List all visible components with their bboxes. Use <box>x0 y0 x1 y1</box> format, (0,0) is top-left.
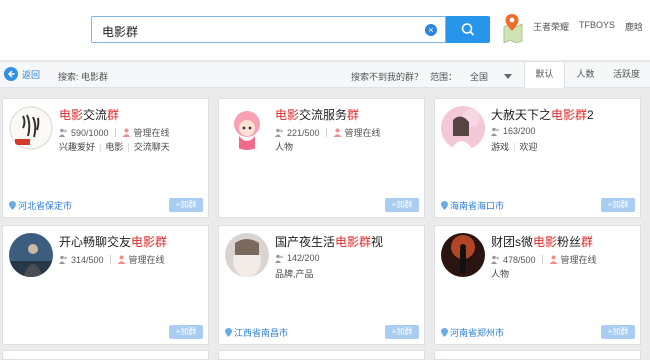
card-footer: 河南省郑州市 +加群 <box>435 322 640 344</box>
members-icon <box>275 254 284 263</box>
group-card-partial <box>218 350 425 360</box>
group-tags: 游戏欢迎 <box>491 140 537 153</box>
chevron-down-icon[interactable] <box>504 74 512 79</box>
join-group-button[interactable]: +加群 <box>169 325 203 339</box>
group-title[interactable]: 大赦天下之电影群2 <box>491 106 594 123</box>
join-group-button[interactable]: +加群 <box>385 325 419 339</box>
range-select[interactable]: 全国 <box>470 70 488 83</box>
join-group-button[interactable]: +加群 <box>601 325 635 339</box>
member-count: 478/500 <box>503 254 536 265</box>
group-card-partial <box>434 350 641 360</box>
group-tags: 兴趣爱好电影交流聊天 <box>59 140 170 153</box>
quick-link[interactable]: 鹿晗 <box>625 20 643 33</box>
quick-link[interactable]: TFBOYS <box>579 20 615 33</box>
group-title[interactable]: 财团s微电影粉丝群 <box>491 233 593 250</box>
admin-status: 管理在线 <box>560 255 597 265</box>
group-avatar <box>225 233 269 277</box>
card-footer: 江西省南昌市 +加群 <box>219 322 424 344</box>
group-avatar <box>9 233 53 277</box>
clear-icon[interactable]: × <box>425 24 437 36</box>
card-footer: 海南省海口市 +加群 <box>435 195 640 217</box>
member-count: 314/500 <box>71 254 104 265</box>
group-location: 海南省海口市 <box>441 199 504 212</box>
admin-status: 管理在线 <box>133 128 170 138</box>
admin-status: 管理在线 <box>128 255 165 265</box>
quick-link[interactable]: 王者荣耀 <box>533 20 569 33</box>
not-found-link[interactable]: 搜索不到我的群？ <box>351 70 423 83</box>
range-label: 范围： <box>430 72 458 82</box>
group-stats: 163/200 <box>491 126 536 136</box>
location-pin-icon <box>225 328 232 337</box>
group-card[interactable]: 电影交流群 590/1000 管理在线 兴趣爱好电影交流聊天 河北省保定市 +加… <box>2 98 209 218</box>
group-avatar <box>441 106 485 150</box>
group-card[interactable]: 电影交流服务群 221/500 管理在线 人物 +加群 <box>218 98 425 218</box>
group-stats: 478/500 管理在线 <box>491 253 597 266</box>
group-title[interactable]: 开心畅聊交友电影群 <box>59 233 167 250</box>
group-tags: 人物 <box>275 142 294 152</box>
filter-bar: 返回 搜索: 电影群 搜索不到我的群？ 范围： 全国 默认 人数 活跃度 <box>0 61 650 88</box>
map-location-icon[interactable] <box>502 13 524 43</box>
card-footer: 河北省保定市 +加群 <box>3 195 208 217</box>
join-group-button[interactable]: +加群 <box>385 198 419 212</box>
group-stats: 221/500 管理在线 <box>275 126 381 139</box>
group-stats: 314/500 管理在线 <box>59 253 165 266</box>
search-input[interactable]: 电影群 × <box>91 16 446 43</box>
group-title[interactable]: 国产夜生活电影群视 <box>275 233 383 250</box>
card-footer: +加群 <box>219 195 424 217</box>
location-pin-icon <box>441 201 448 210</box>
search-summary: 搜索: 电影群 <box>58 72 109 82</box>
member-count: 221/500 <box>287 127 320 138</box>
group-location: 河南省郑州市 <box>441 326 504 339</box>
group-tags: 人物 <box>491 269 510 279</box>
group-location: 江西省南昌市 <box>225 326 288 339</box>
group-location: 河北省保定市 <box>9 199 72 212</box>
members-icon <box>491 127 500 136</box>
group-card[interactable]: 大赦天下之电影群2 163/200 游戏欢迎 海南省海口市 +加群 <box>434 98 641 218</box>
members-icon <box>275 128 284 137</box>
group-title[interactable]: 电影交流服务群 <box>275 106 359 123</box>
members-icon <box>59 128 68 137</box>
group-card[interactable]: 开心畅聊交友电影群 314/500 管理在线 +加群 <box>2 225 209 345</box>
sort-tab-default[interactable]: 默认 <box>524 62 565 88</box>
card-footer: +加群 <box>3 322 208 344</box>
group-avatar <box>441 233 485 277</box>
group-title[interactable]: 电影交流群 <box>59 106 119 123</box>
join-group-button[interactable]: +加群 <box>601 198 635 212</box>
join-group-button[interactable]: +加群 <box>169 198 203 212</box>
location-pin-icon <box>441 328 448 337</box>
sort-tab-members[interactable]: 人数 <box>565 62 606 87</box>
group-card-partial <box>2 350 209 360</box>
sort-tab-activity[interactable]: 活跃度 <box>606 62 647 87</box>
member-count: 163/200 <box>503 126 536 136</box>
group-avatar <box>225 106 269 150</box>
back-arrow-icon <box>4 67 18 81</box>
search-icon <box>461 23 474 36</box>
search-value: 电影群 <box>102 25 139 39</box>
admin-status: 管理在线 <box>344 128 381 138</box>
admin-icon <box>333 128 342 137</box>
location-pin-icon <box>9 201 16 210</box>
top-bar: 电影群 × 王者荣耀 TFBOYS 鹿晗 <box>0 0 650 60</box>
group-stats: 142/200 <box>275 253 320 263</box>
group-avatar <box>9 106 53 150</box>
admin-icon <box>549 255 558 264</box>
quick-links: 王者荣耀 TFBOYS 鹿晗 <box>533 20 643 33</box>
admin-icon <box>117 255 126 264</box>
members-icon <box>491 255 500 264</box>
group-card[interactable]: 财团s微电影粉丝群 478/500 管理在线 人物 河南省郑州市 +加群 <box>434 225 641 345</box>
group-tags: 品牌,产品 <box>275 269 314 279</box>
member-count: 590/1000 <box>71 127 109 138</box>
back-button[interactable]: 返回 <box>4 67 40 81</box>
member-count: 142/200 <box>287 253 320 263</box>
search-button[interactable] <box>446 16 490 43</box>
group-stats: 590/1000 管理在线 <box>59 126 170 139</box>
members-icon <box>59 255 68 264</box>
back-label: 返回 <box>22 69 41 80</box>
sort-tabs: 默认 人数 活跃度 <box>524 62 647 89</box>
admin-icon <box>122 128 131 137</box>
group-card[interactable]: 国产夜生活电影群视 142/200 品牌,产品 江西省南昌市 +加群 <box>218 225 425 345</box>
